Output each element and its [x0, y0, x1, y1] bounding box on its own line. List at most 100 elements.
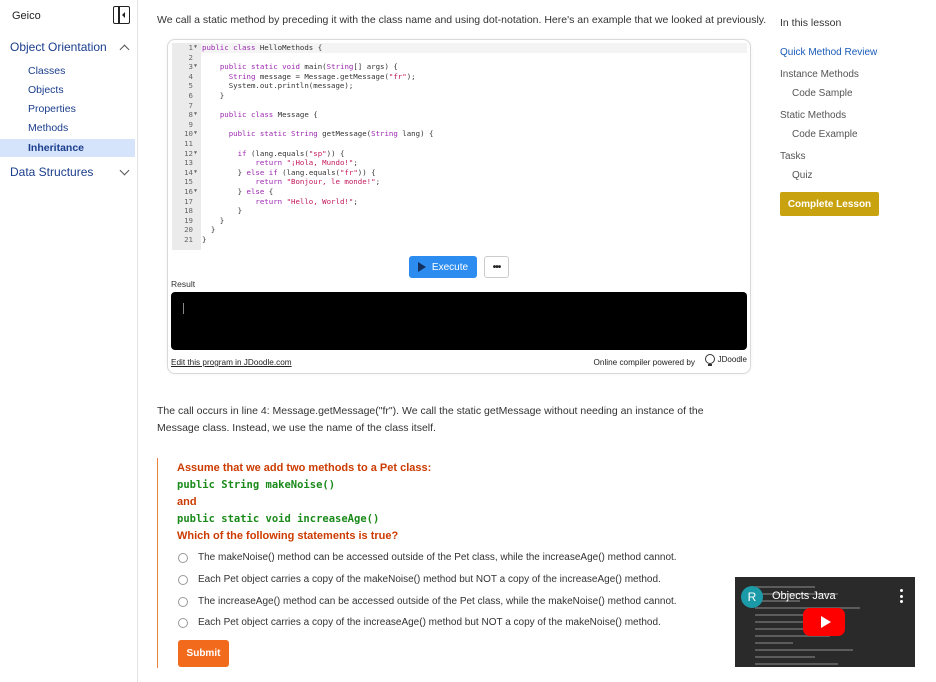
- code-line: 19 }: [172, 216, 747, 226]
- code-line: 1 ▼ public class HelloMethods {: [172, 43, 747, 53]
- line-number: 3: [188, 62, 193, 72]
- quiz-code-1: public String makeNoise(): [177, 479, 336, 491]
- radio-icon[interactable]: [178, 617, 188, 628]
- line-number: 4: [188, 71, 193, 81]
- line-number: 15: [184, 177, 193, 187]
- code-line: 17 return "Hello, World!";: [172, 197, 747, 207]
- nav-group-data-structures[interactable]: Data Structures: [0, 160, 138, 184]
- sidebar-item-methods[interactable]: Methods: [0, 119, 135, 137]
- code-text: return "¡Hola, Mundo!";: [255, 158, 358, 168]
- toc-item-instance-methods[interactable]: Instance Methods: [780, 69, 859, 80]
- fold-arrow-icon[interactable]: ▼: [194, 129, 197, 139]
- edit-in-jdoodle-link[interactable]: Edit this program in JDoodle.com: [171, 358, 292, 367]
- radio-icon[interactable]: [178, 574, 188, 585]
- sidebar-item-classes[interactable]: Classes: [0, 62, 135, 80]
- nav-group-label: Object Orientation: [10, 40, 107, 54]
- toc-item-quick-method-review[interactable]: Quick Method Review: [780, 47, 877, 58]
- code-text: } else if (lang.equals("fr")) {: [202, 167, 376, 177]
- code-text: String message = Message.getMessage("fr"…: [228, 71, 416, 81]
- code-text: }: [202, 225, 216, 235]
- sidebar-item-properties[interactable]: Properties: [0, 100, 135, 118]
- intro-text: We call a static method by preceding it …: [157, 14, 767, 26]
- kebab-menu-icon[interactable]: [899, 589, 903, 603]
- line-number: 10: [184, 129, 193, 139]
- result-label: Result: [171, 279, 196, 289]
- code-line: 7: [172, 101, 747, 111]
- code-text: }: [202, 206, 243, 216]
- fold-arrow-icon[interactable]: ▼: [194, 187, 197, 197]
- radio-icon[interactable]: [178, 552, 188, 563]
- fold-arrow-icon[interactable]: ▼: [194, 149, 197, 159]
- nav-group-object-orientation[interactable]: Object Orientation: [0, 35, 138, 59]
- line-number: 12: [184, 148, 193, 158]
- fold-arrow-icon[interactable]: ▼: [194, 43, 197, 53]
- youtube-play-icon[interactable]: [803, 608, 845, 636]
- line-number: 5: [188, 81, 193, 91]
- complete-lesson-button[interactable]: Complete Lesson: [780, 192, 879, 216]
- toc-title: In this lesson: [780, 17, 842, 29]
- submit-button[interactable]: Submit: [178, 640, 229, 667]
- sidebar-item-inheritance[interactable]: Inheritance: [0, 139, 135, 157]
- fold-arrow-icon[interactable]: ▼: [194, 62, 197, 72]
- video-title[interactable]: Objects Java: [772, 590, 836, 602]
- code-line: 16 ▼ } else {: [172, 187, 747, 197]
- code-line: 13 return "¡Hola, Mundo!";: [172, 158, 747, 168]
- chevron-down-icon: [119, 165, 130, 175]
- toc-item-quiz[interactable]: Quiz: [792, 170, 813, 181]
- code-text: }: [202, 235, 207, 244]
- line-number: 14: [184, 167, 193, 177]
- sidebar: Geico Object Orientation Classes Objects…: [0, 0, 138, 682]
- code-line: 5 System.out.println(message);: [172, 81, 747, 91]
- sidebar-item-objects[interactable]: Objects: [0, 81, 135, 99]
- code-text: public static String getMessage(String l…: [228, 129, 434, 139]
- quiz-option-3[interactable]: The increaseAge() method can be accessed…: [178, 596, 677, 607]
- execute-button[interactable]: Execute: [409, 256, 477, 278]
- video-player[interactable]: R Objects Java: [735, 577, 915, 667]
- option-label: The increaseAge() method can be accessed…: [198, 596, 677, 607]
- line-number: 11: [184, 139, 193, 148]
- code-editor[interactable]: 1 ▼ public class HelloMethods {2 3 ▼ public …: [172, 43, 747, 250]
- code-line: 9: [172, 120, 747, 130]
- code-text: } else {: [202, 187, 274, 196]
- quiz-option-2[interactable]: Each Pet object carries a copy of the ma…: [178, 574, 661, 585]
- code-line: 2: [172, 53, 747, 63]
- fold-arrow-icon[interactable]: ▼: [194, 110, 197, 120]
- line-number: 16: [184, 187, 193, 196]
- code-line: 14 ▼ } else if (lang.equals("fr")) {: [172, 168, 747, 178]
- jdoodle-logo[interactable]: JDoodle: [704, 354, 747, 366]
- quiz-option-4[interactable]: Each Pet object carries a copy of the in…: [178, 617, 661, 628]
- code-line: 20 }: [172, 225, 747, 235]
- jdoodle-logo-icon: [704, 354, 715, 366]
- terminal-cursor: [183, 303, 184, 314]
- line-number: 21: [184, 235, 193, 244]
- code-text: }: [202, 215, 225, 225]
- toc-item-code-example[interactable]: Code Example: [792, 129, 858, 140]
- code-text: return "Hello, World!";: [255, 196, 358, 206]
- sidebar-collapse-icon[interactable]: [113, 6, 130, 24]
- quiz-option-1[interactable]: The makeNoise() method can be accessed o…: [178, 552, 677, 563]
- code-line: 15 return "Bonjour, le monde!";: [172, 177, 747, 187]
- line-number: 9: [188, 119, 193, 129]
- output-terminal[interactable]: [171, 292, 747, 350]
- code-line: 6 }: [172, 91, 747, 101]
- line-number: 1: [188, 43, 193, 52]
- code-text: public class HelloMethods {: [202, 43, 323, 52]
- code-line: 10 ▼ public static String getMessage(Stri…: [172, 129, 747, 139]
- fold-arrow-icon[interactable]: ▼: [194, 168, 197, 178]
- code-line: 8 ▼ public class Message {: [172, 110, 747, 120]
- jdoodle-name: JDoodle: [717, 354, 747, 364]
- radio-icon[interactable]: [178, 596, 188, 607]
- code-text: if (lang.equals("sp")) {: [237, 148, 345, 158]
- channel-avatar[interactable]: R: [741, 586, 763, 608]
- line-number: 8: [188, 110, 193, 120]
- code-line: 11: [172, 139, 747, 149]
- option-label: Each Pet object carries a copy of the ma…: [198, 574, 661, 585]
- line-number: 13: [184, 158, 193, 168]
- line-number: 18: [184, 206, 193, 216]
- toc-item-tasks[interactable]: Tasks: [780, 151, 806, 162]
- more-icon[interactable]: •••: [484, 256, 509, 278]
- line-number: 7: [188, 100, 193, 110]
- toc-item-code-sample[interactable]: Code Sample: [792, 88, 853, 99]
- option-label: Each Pet object carries a copy of the in…: [198, 617, 661, 628]
- toc-item-static-methods[interactable]: Static Methods: [780, 110, 846, 121]
